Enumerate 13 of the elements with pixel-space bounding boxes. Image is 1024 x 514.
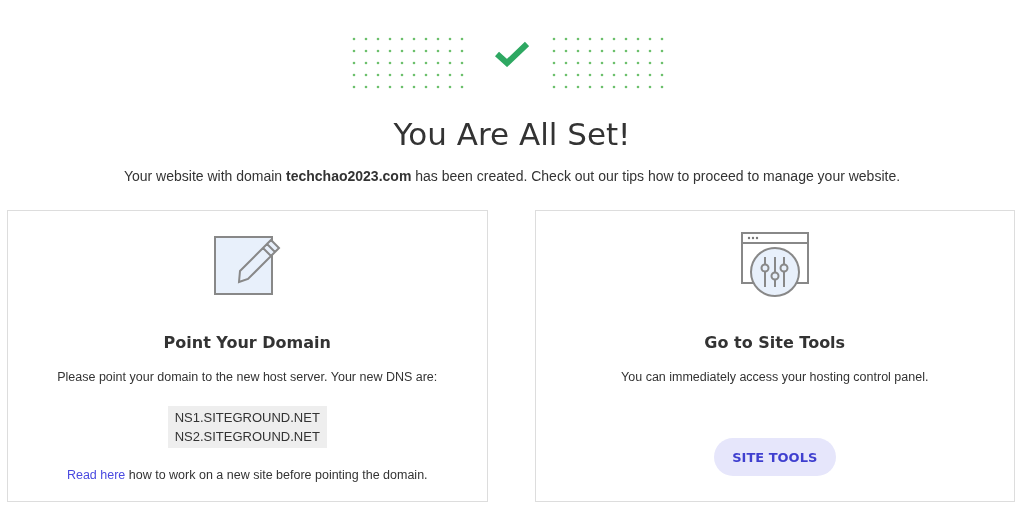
checkmark-icon	[495, 41, 529, 67]
card-title: Point Your Domain	[163, 333, 331, 353]
dns-server: NS1.SITEGROUND.NET	[174, 409, 320, 428]
dns-server: NS2.SITEGROUND.NET	[174, 428, 320, 447]
page-title: You Are All Set!	[392, 116, 632, 154]
site-tools-button[interactable]: SITE TOOLS	[713, 438, 836, 477]
card-title: Go to Site Tools	[704, 333, 846, 353]
card-description: You can immediately access your hosting control panel.	[621, 370, 929, 385]
read-here-link[interactable]: Read here	[66, 468, 126, 483]
settings-icon	[738, 231, 811, 298]
subtitle: Your website with domain techchao2023.com has been created. Check out our tips how to proceed to manage your website.	[122, 168, 902, 185]
card-description: Please point your domain to the new host server. Your new DNS are:	[57, 370, 438, 385]
help-text: Read here how to work on a new site before pointing the domain.	[66, 468, 428, 483]
